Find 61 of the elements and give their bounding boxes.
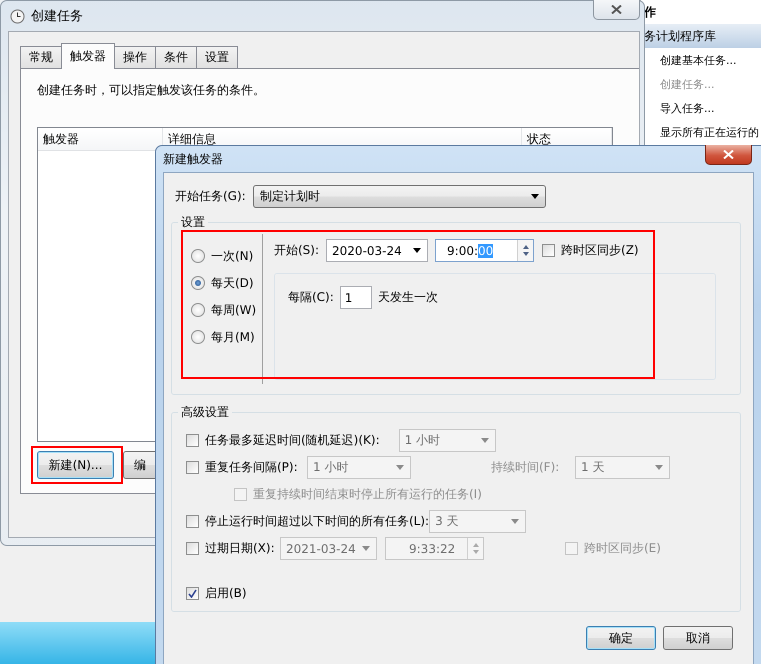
date-picker[interactable]: 2020-03-24 <box>326 239 428 262</box>
checkbox[interactable] <box>186 515 199 528</box>
dropdown-caret-icon <box>413 248 422 253</box>
checkbox[interactable] <box>186 461 199 474</box>
checkbox-label: 启用(B) <box>205 585 247 602</box>
close-button[interactable] <box>593 0 640 20</box>
checkbox-label: 过期日期(X): <box>205 540 276 557</box>
time-field[interactable]: 9:00:00 <box>435 239 534 262</box>
close-icon <box>611 5 622 14</box>
up-down-arrows-icon <box>472 542 480 555</box>
close-button[interactable] <box>705 145 752 165</box>
radio-button[interactable] <box>191 276 205 290</box>
checkmark-icon <box>188 589 197 598</box>
begin-task-dropdown[interactable]: 制定计划时 <box>253 185 546 208</box>
dialog-button[interactable]: 取消 <box>663 626 733 650</box>
radio-button[interactable] <box>191 303 205 317</box>
action-item[interactable]: 导入任务... <box>641 96 761 120</box>
spin-button[interactable] <box>517 240 534 261</box>
tab[interactable]: 设置 <box>196 46 238 68</box>
window-title: 创建任务 <box>31 8 83 25</box>
trigger-button[interactable]: 新建(N)... <box>37 451 114 479</box>
clock-icon <box>10 8 25 24</box>
dropdown-caret-icon <box>511 519 520 524</box>
checkbox[interactable] <box>186 587 199 600</box>
checkbox-label: 停止运行时间超过以下时间的所有任务(L): <box>205 513 430 530</box>
radio-label: 每月(M) <box>211 328 255 346</box>
action-item[interactable]: 创建基本任务... <box>641 48 761 72</box>
radio-label: 每天(D) <box>211 274 254 292</box>
radio-button[interactable] <box>191 249 205 263</box>
dropdown-caret-icon <box>480 438 489 443</box>
description-text: 创建任务时，可以指定触发该任务的条件。 <box>37 82 266 99</box>
field-label: 开始任务(G): <box>175 188 247 205</box>
field-label: 每隔(C): <box>288 289 334 306</box>
checkbox[interactable] <box>186 542 199 555</box>
checkbox-label: 跨时区同步(E) <box>584 540 661 557</box>
field-label: 持续时间(F): <box>491 459 560 476</box>
tab[interactable]: 常规 <box>20 46 62 68</box>
checkbox[interactable] <box>542 244 556 257</box>
dialog-title: 新建触发器 <box>163 150 223 168</box>
close-icon <box>723 150 734 159</box>
radio-button[interactable] <box>191 330 205 344</box>
pane-heading: 作 <box>643 4 657 20</box>
tab[interactable]: 条件 <box>155 46 197 68</box>
tab[interactable]: 操作 <box>114 46 156 68</box>
checkbox[interactable] <box>186 434 199 447</box>
unit-label: 天发生一次 <box>378 289 438 306</box>
checkbox-label: 跨时区同步(Z) <box>561 242 639 259</box>
interval-input[interactable]: 1 <box>340 286 372 309</box>
action-item[interactable]: 显示所有正在运行的 <box>641 120 761 144</box>
checkbox-label: 重复任务间隔(P): <box>205 459 299 476</box>
checkbox-label: 任务最多延迟时间(随机延迟)(K): <box>205 432 380 449</box>
dropdown-caret-icon <box>655 465 663 470</box>
checkbox-label: 重复持续时间结束时停止所有运行的任务(I) <box>253 486 482 503</box>
dropdown-caret-icon <box>531 194 539 199</box>
dialog-button[interactable]: 确定 <box>586 626 656 650</box>
dropdown-caret-icon <box>396 465 404 470</box>
tab[interactable]: 触发器 <box>61 43 115 69</box>
radio-label: 每周(W) <box>211 302 256 318</box>
up-down-arrows-icon <box>522 244 530 257</box>
field-label: 开始(S): <box>274 242 320 259</box>
radio-label: 一次(N) <box>211 248 254 264</box>
